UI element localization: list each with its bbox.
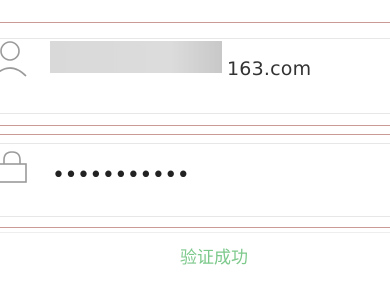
user-icon [0,40,28,80]
username-field-frame [0,22,390,126]
verify-success-text: 验证成功 [180,248,248,268]
lock-icon [0,150,28,190]
password-masked-value: ••••••••••• [52,163,190,188]
email-suffix-text: 163.com [227,58,312,80]
captcha-verify-bar[interactable]: 验证成功 [0,232,390,284]
redacted-email-prefix [50,41,222,73]
